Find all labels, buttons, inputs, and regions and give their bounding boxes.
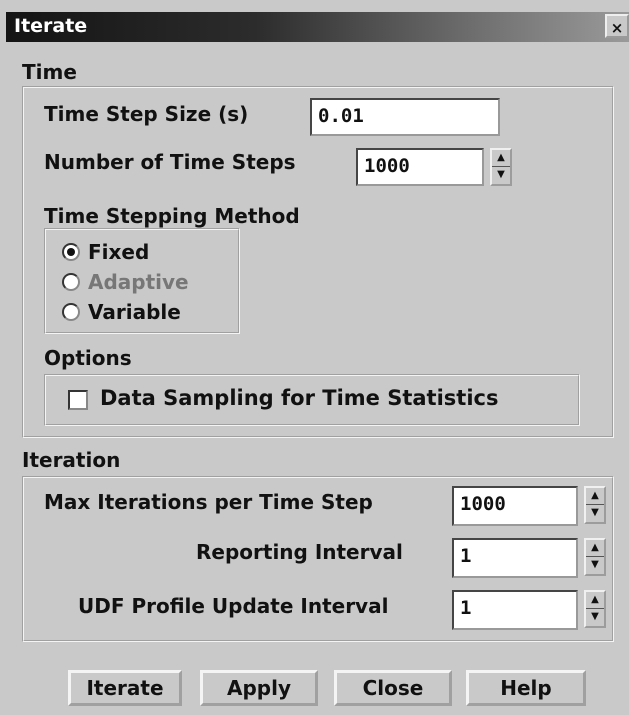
time-step-size-input[interactable]: 0.01 bbox=[310, 98, 500, 136]
time-section-title: Time bbox=[22, 60, 77, 84]
reporting-interval-label: Reporting Interval bbox=[196, 540, 403, 564]
spinner-up-icon[interactable]: ▲ bbox=[586, 592, 604, 609]
iterate-button[interactable]: Iterate bbox=[68, 670, 182, 706]
iteration-section-title: Iteration bbox=[22, 448, 121, 472]
udf-interval-label: UDF Profile Update Interval bbox=[78, 594, 389, 618]
spinner-up-icon[interactable]: ▲ bbox=[586, 540, 604, 557]
spinner-down-icon[interactable]: ▼ bbox=[586, 557, 604, 573]
spinner-down-icon[interactable]: ▼ bbox=[586, 609, 604, 625]
num-time-steps-spinner[interactable]: ▲ ▼ bbox=[490, 148, 512, 186]
radio-variable-label: Variable bbox=[88, 300, 181, 324]
num-time-steps-label: Number of Time Steps bbox=[44, 150, 296, 174]
radio-adaptive: Adaptive bbox=[62, 270, 189, 294]
radio-fixed-label: Fixed bbox=[88, 240, 150, 264]
close-icon[interactable]: × bbox=[605, 14, 629, 38]
radio-unselected-icon bbox=[62, 302, 80, 321]
radio-selected-icon bbox=[62, 242, 80, 261]
max-iterations-spinner[interactable]: ▲ ▼ bbox=[584, 486, 606, 524]
apply-button[interactable]: Apply bbox=[200, 670, 318, 706]
time-stepping-method-label: Time Stepping Method bbox=[44, 204, 300, 228]
options-label: Options bbox=[44, 346, 132, 370]
num-time-steps-input[interactable]: 1000 bbox=[356, 148, 484, 186]
spinner-down-icon[interactable]: ▼ bbox=[586, 505, 604, 521]
udf-interval-spinner[interactable]: ▲ ▼ bbox=[584, 590, 606, 628]
max-iterations-input[interactable]: 1000 bbox=[452, 486, 578, 526]
reporting-interval-spinner[interactable]: ▲ ▼ bbox=[584, 538, 606, 576]
window-title: Iterate bbox=[14, 15, 88, 37]
time-step-size-label: Time Step Size (s) bbox=[44, 102, 249, 126]
help-button[interactable]: Help bbox=[466, 670, 586, 706]
data-sampling-checkbox[interactable] bbox=[68, 390, 88, 410]
spinner-up-icon[interactable]: ▲ bbox=[586, 488, 604, 505]
radio-variable[interactable]: Variable bbox=[62, 300, 181, 324]
radio-adaptive-label: Adaptive bbox=[88, 270, 189, 294]
spinner-up-icon[interactable]: ▲ bbox=[492, 150, 510, 167]
max-iterations-label: Max Iterations per Time Step bbox=[44, 490, 373, 514]
close-button[interactable]: Close bbox=[334, 670, 452, 706]
reporting-interval-input[interactable]: 1 bbox=[452, 538, 578, 578]
title-bar: Iterate × bbox=[6, 12, 629, 42]
radio-unselected-icon bbox=[62, 272, 80, 291]
radio-fixed[interactable]: Fixed bbox=[62, 240, 149, 264]
data-sampling-label: Data Sampling for Time Statistics bbox=[100, 386, 499, 410]
spinner-down-icon[interactable]: ▼ bbox=[492, 167, 510, 183]
udf-interval-input[interactable]: 1 bbox=[452, 590, 578, 630]
